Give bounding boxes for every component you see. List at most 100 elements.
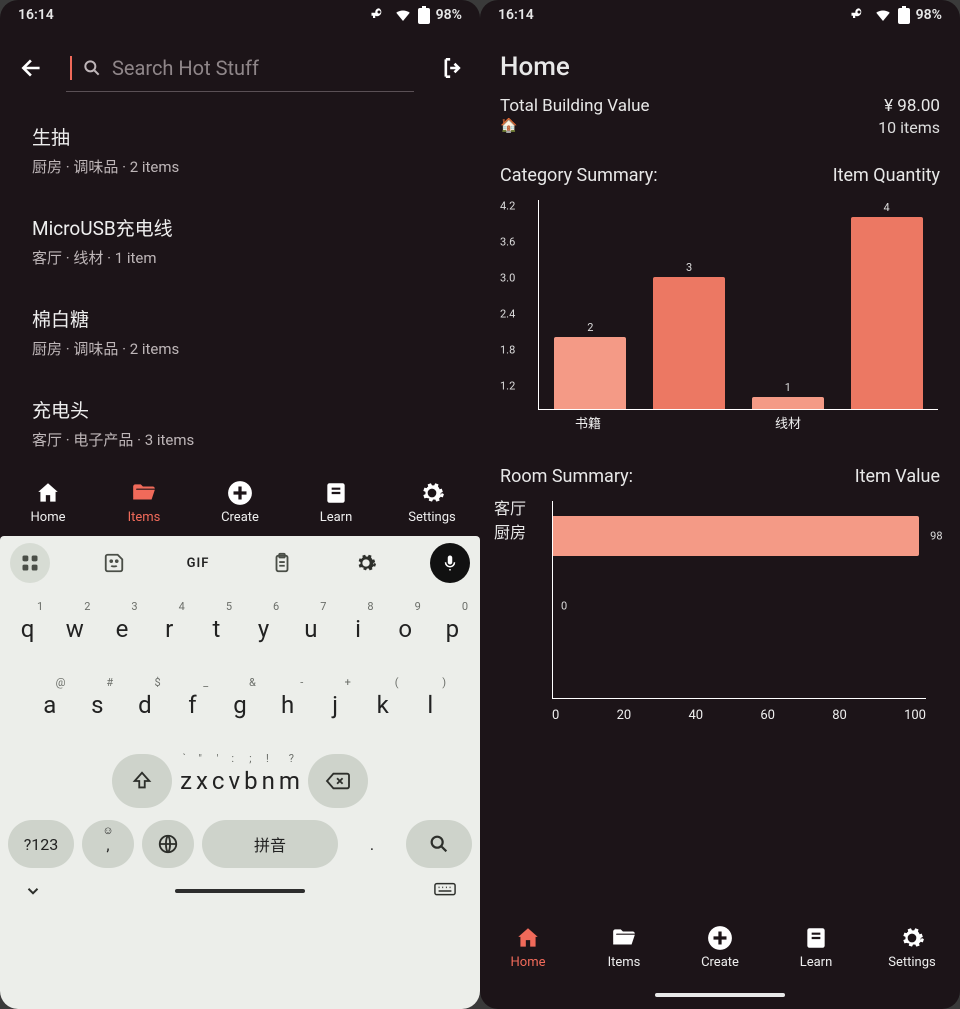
key-char: i xyxy=(355,615,361,643)
sticker-button[interactable] xyxy=(94,543,134,583)
search-input[interactable]: Search Hot Stuff xyxy=(66,44,414,92)
nav-learn[interactable]: Learn xyxy=(774,925,858,970)
mic-button[interactable] xyxy=(430,543,470,583)
key-hint: $ xyxy=(154,676,160,689)
key-char: x xyxy=(196,767,208,795)
chart-bar: 2 xyxy=(554,337,626,409)
gesture-handle[interactable] xyxy=(175,889,305,893)
key-z[interactable]: `z xyxy=(180,752,192,810)
key-char: f xyxy=(188,691,196,719)
logout-icon xyxy=(435,55,461,81)
nav-create[interactable]: Create xyxy=(198,480,282,525)
keyboard-icon[interactable] xyxy=(434,882,456,900)
nav-home[interactable]: Home xyxy=(6,480,90,525)
keyboard-row-2: @a#s$d_f&g-h+j(k)l xyxy=(6,676,474,734)
status-time: 16:14 xyxy=(18,7,54,23)
key-k[interactable]: (k xyxy=(361,676,405,734)
key-r[interactable]: 4r xyxy=(148,600,191,658)
nav-settings[interactable]: Settings xyxy=(870,925,954,970)
key-y[interactable]: 6y xyxy=(242,600,285,658)
nav-settings[interactable]: Settings xyxy=(390,480,474,525)
nav-label: Settings xyxy=(408,510,455,525)
plus-circle-icon xyxy=(707,925,733,951)
search-key[interactable] xyxy=(406,820,472,868)
key-hint: @ xyxy=(56,676,66,689)
key-char: y xyxy=(258,615,269,643)
keyboard-apps-button[interactable] xyxy=(10,543,50,583)
symbols-key[interactable]: ?123 xyxy=(8,820,74,868)
key-e[interactable]: 3e xyxy=(100,600,143,658)
language-key[interactable] xyxy=(142,820,194,868)
search-icon xyxy=(82,58,102,78)
key-w[interactable]: 2w xyxy=(53,600,96,658)
key-f[interactable]: _f xyxy=(171,676,215,734)
key-h[interactable]: -h xyxy=(266,676,310,734)
key-g[interactable]: &g xyxy=(218,676,262,734)
key-a[interactable]: @a xyxy=(28,676,72,734)
list-item[interactable]: 棉白糖 厨房 · 调味品 · 2 items xyxy=(0,286,480,377)
key-q[interactable]: 1q xyxy=(6,600,49,658)
nav-home[interactable]: Home xyxy=(486,925,570,970)
item-title: 生抽 xyxy=(32,123,448,150)
key-hint: _ xyxy=(203,676,208,689)
key-u[interactable]: 7u xyxy=(289,600,332,658)
key-char: q xyxy=(21,615,35,643)
key-x[interactable]: "x xyxy=(196,752,208,810)
list-item[interactable]: MicroUSB充电线 客厅 · 线材 · 1 item xyxy=(0,195,480,286)
key-hint: 5 xyxy=(226,600,232,613)
plus-circle-icon xyxy=(227,480,253,506)
nav-items[interactable]: Items xyxy=(582,925,666,970)
gesture-handle[interactable] xyxy=(655,993,785,997)
key-n[interactable]: !n xyxy=(262,752,275,810)
nav-learn[interactable]: Learn xyxy=(294,480,378,525)
space-key[interactable]: 拼音 xyxy=(202,820,338,868)
bar-value: 3 xyxy=(686,261,692,274)
comma-key[interactable]: ☺ , xyxy=(82,820,134,868)
system-nav xyxy=(480,981,960,1009)
nav-label: Items xyxy=(128,510,161,525)
folder-open-icon xyxy=(611,925,637,951)
item-list[interactable]: 生抽 厨房 · 调味品 · 2 itemsMicroUSB充电线 客厅 · 线材… xyxy=(0,96,480,468)
arrow-left-icon xyxy=(19,55,45,81)
list-item[interactable]: 生抽 厨房 · 调味品 · 2 items xyxy=(0,104,480,195)
globe-icon xyxy=(157,833,179,855)
key-i[interactable]: 8i xyxy=(336,600,379,658)
key-o[interactable]: 9o xyxy=(384,600,427,658)
key-p[interactable]: 0p xyxy=(431,600,474,658)
key-c[interactable]: 'c xyxy=(212,752,225,810)
stat-value: ¥ 98.00 xyxy=(884,96,940,116)
list-item[interactable]: 充电头 客厅 · 电子产品 · 3 items xyxy=(0,377,480,468)
exit-button[interactable] xyxy=(428,48,468,88)
key-l[interactable]: )l xyxy=(408,676,452,734)
key-char: g xyxy=(233,691,246,719)
key-char: v xyxy=(228,767,240,795)
period-key[interactable]: . xyxy=(346,820,398,868)
key-j[interactable]: +j xyxy=(313,676,357,734)
back-button[interactable] xyxy=(12,48,52,88)
nav-items[interactable]: Items xyxy=(102,480,186,525)
shift-key[interactable] xyxy=(112,754,172,808)
item-sub: 客厅 · 电子产品 · 3 items xyxy=(32,429,448,450)
key-hint: ` xyxy=(183,752,186,765)
gif-button[interactable]: GIF xyxy=(178,543,218,583)
nav-create[interactable]: Create xyxy=(678,925,762,970)
keyboard-settings-button[interactable] xyxy=(346,543,386,583)
key-d[interactable]: $d xyxy=(123,676,167,734)
key-t[interactable]: 5t xyxy=(195,600,238,658)
comma-char: , xyxy=(106,835,109,854)
battery-icon xyxy=(898,6,910,24)
key-v[interactable]: :v xyxy=(228,752,240,810)
key-hint: 3 xyxy=(131,600,137,613)
backspace-key[interactable] xyxy=(308,754,368,808)
key-hint: 8 xyxy=(367,600,373,613)
key-m[interactable]: ?m xyxy=(279,752,300,810)
emoji-hint: ☺ xyxy=(102,824,113,837)
chart-row: 0 xyxy=(553,571,926,641)
bar-value: 4 xyxy=(884,201,890,214)
clipboard-button[interactable] xyxy=(262,543,302,583)
grid-icon xyxy=(20,553,40,573)
key-b[interactable]: ;b xyxy=(244,752,257,810)
chevron-down-icon[interactable] xyxy=(24,882,42,900)
key-s[interactable]: #s xyxy=(76,676,120,734)
chart-row: 98 xyxy=(553,501,926,571)
